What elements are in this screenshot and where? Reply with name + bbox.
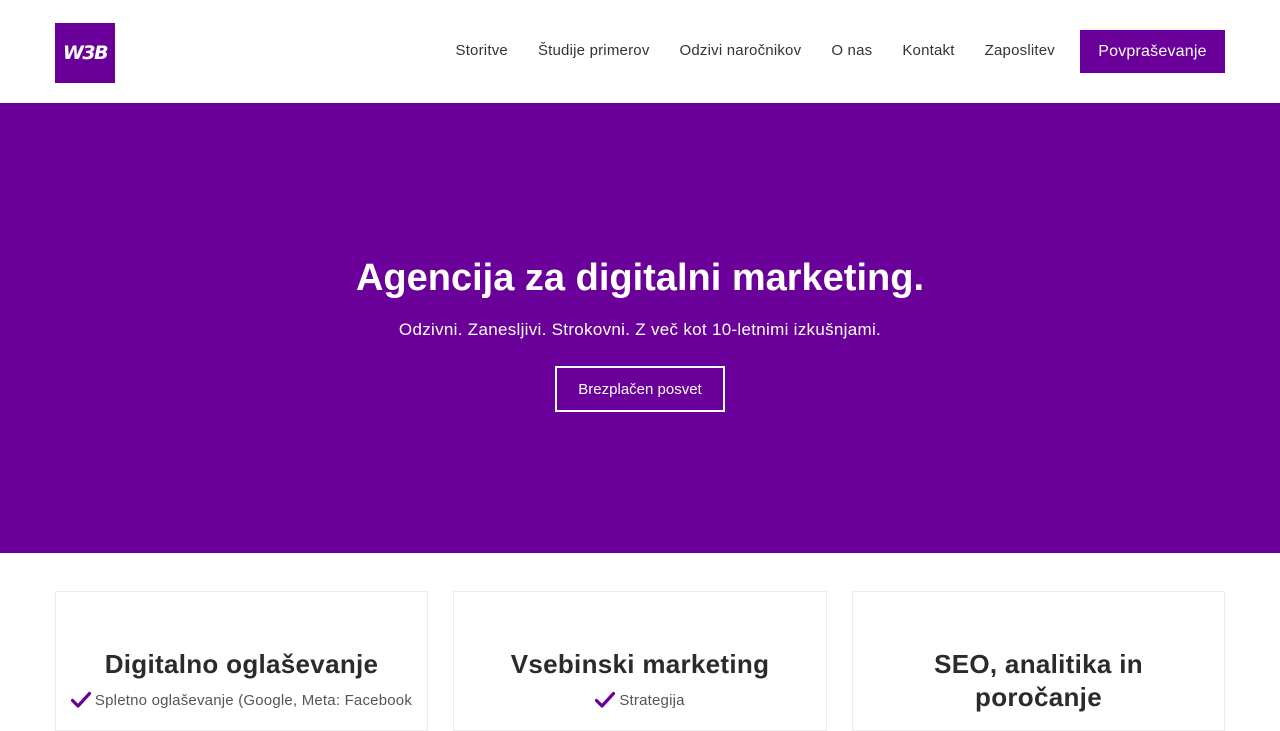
nav-item-kontakt[interactable]: Kontakt xyxy=(902,42,954,59)
main-nav: Storitve Študije primerov Odzivi naročni… xyxy=(455,42,1055,59)
logo-text: W3B xyxy=(62,42,109,64)
nav-item-studije-primerov[interactable]: Študije primerov xyxy=(538,42,650,59)
nav-item-zaposlitev[interactable]: Zaposlitev xyxy=(985,42,1055,59)
card-title: SEO, analitika in poročanje xyxy=(934,649,1143,712)
nav-item-odzivi-narocnikov[interactable]: Odzivi naročnikov xyxy=(680,42,802,59)
nav-item-storitve[interactable]: Storitve xyxy=(455,42,507,59)
check-icon xyxy=(595,691,616,708)
hero-subtitle: Odzivni. Zanesljivi. Strokovni. Z več ko… xyxy=(398,320,882,339)
hero-section: Agencija za digitalni marketing. Odzivni… xyxy=(0,103,1280,553)
service-card-digital-advertising[interactable]: Digitalno oglaševanje Spletno oglaševanj… xyxy=(55,591,428,731)
free-consultation-button[interactable]: Brezplačen posvet xyxy=(555,366,725,412)
logo[interactable]: W3B xyxy=(55,23,115,83)
site-header: W3B Storitve Študije primerov Odzivi nar… xyxy=(0,0,1280,103)
card-item-label: Strategija xyxy=(619,691,685,709)
card-title: Vsebinski marketing xyxy=(510,649,770,679)
hero-title: Agencija za digitalni marketing. xyxy=(355,257,924,299)
inquiry-button[interactable]: Povpraševanje xyxy=(1080,30,1225,73)
card-title: Digitalno oglaševanje xyxy=(104,649,379,679)
check-icon xyxy=(70,691,91,708)
card-list-item: Spletno oglaševanje (Google, Meta: Faceb… xyxy=(56,691,427,709)
service-card-content-marketing[interactable]: Vsebinski marketing Strategija xyxy=(453,591,827,731)
service-card-seo-analytics[interactable]: SEO, analitika in poročanje xyxy=(852,591,1225,731)
card-item-label: Spletno oglaševanje (Google, Meta: Faceb… xyxy=(94,691,413,709)
nav-item-o-nas[interactable]: O nas xyxy=(831,42,872,59)
card-list-item: Strategija xyxy=(454,691,826,709)
